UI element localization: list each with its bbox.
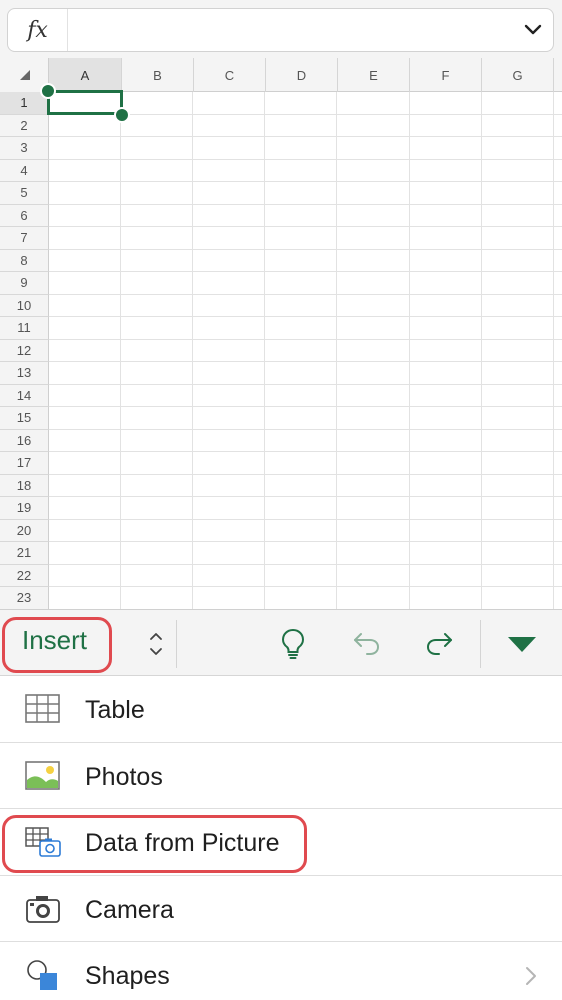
fx-label[interactable]: fx — [8, 9, 68, 51]
row-header-9[interactable]: 9 — [0, 272, 49, 295]
column-header-a[interactable]: A — [49, 58, 122, 92]
chevron-right-icon — [524, 965, 538, 987]
row-header-20[interactable]: 20 — [0, 519, 49, 542]
redo-icon[interactable] — [422, 626, 456, 660]
row-header-13[interactable]: 13 — [0, 362, 49, 385]
row-gridline — [49, 496, 562, 497]
row-gridline — [49, 563, 562, 565]
row-gridline — [49, 271, 562, 272]
photos-icon — [24, 760, 62, 792]
selection-handle-top-left[interactable] — [40, 83, 56, 99]
row-header-4[interactable]: 4 — [0, 159, 49, 182]
row-header-11[interactable]: 11 — [0, 317, 49, 340]
menu-item-label: Table — [85, 696, 145, 724]
row-header-12[interactable]: 12 — [0, 339, 49, 362]
row-header-7[interactable]: 7 — [0, 227, 49, 250]
row-gridline — [49, 338, 562, 340]
chevron-down-icon[interactable] — [521, 19, 545, 41]
column-gridline — [336, 92, 338, 609]
row-header-5[interactable]: 5 — [0, 182, 49, 205]
undo-icon[interactable] — [350, 626, 384, 660]
column-header-f[interactable]: F — [410, 58, 482, 92]
row-gridline — [49, 586, 562, 587]
row-gridline — [49, 293, 562, 295]
table-icon — [24, 693, 62, 725]
row-gridline — [49, 248, 562, 250]
row-header-23[interactable]: 23 — [0, 587, 49, 609]
formula-bar-area: fx — [0, 0, 562, 58]
row-gridline — [49, 541, 562, 542]
row-header-15[interactable]: 15 — [0, 407, 49, 430]
row-gridline — [49, 451, 562, 452]
row-gridline — [49, 181, 562, 182]
row-gridline — [49, 203, 562, 205]
row-gridline — [49, 361, 562, 362]
formula-bar: fx — [7, 8, 554, 52]
column-gridline — [552, 92, 554, 609]
row-gridline — [49, 136, 562, 137]
menu-item-label: Photos — [85, 762, 163, 791]
menu-item-table[interactable]: Table — [0, 676, 562, 743]
row-gridline — [49, 428, 562, 430]
row-header-14[interactable]: 14 — [0, 384, 49, 407]
column-header-d[interactable]: D — [266, 58, 338, 92]
row-header-3[interactable]: 3 — [0, 137, 49, 160]
column-header-e[interactable]: E — [338, 58, 410, 92]
collapse-triangle-icon[interactable] — [505, 626, 539, 660]
row-header-2[interactable]: 2 — [0, 114, 49, 137]
menu-item-camera[interactable]: Camera — [0, 876, 562, 942]
menu-item-label: Shapes — [85, 962, 170, 990]
row-header-21[interactable]: 21 — [0, 542, 49, 565]
row-header-17[interactable]: 17 — [0, 452, 49, 475]
row-header-19[interactable]: 19 — [0, 497, 49, 520]
switch-tab-icon[interactable] — [143, 628, 169, 660]
ribbon-toolbar: Insert — [0, 609, 562, 676]
row-header-18[interactable]: 18 — [0, 474, 49, 497]
row-header-16[interactable]: 16 — [0, 429, 49, 452]
camera-icon — [24, 893, 62, 925]
column-header-row: A B C D E F G — [0, 58, 562, 92]
menu-item-shapes[interactable]: Shapes — [0, 942, 562, 1000]
select-all-icon — [20, 70, 30, 80]
lightbulb-icon[interactable] — [276, 626, 310, 660]
row-gridline — [49, 158, 562, 160]
menu-item-label: Camera — [85, 895, 174, 924]
row-header-22[interactable]: 22 — [0, 564, 49, 587]
insert-tab-button[interactable]: Insert — [22, 625, 87, 656]
cell-area[interactable] — [49, 92, 562, 609]
row-gridline — [49, 406, 562, 407]
row-gridline — [49, 473, 562, 475]
toolbar-divider — [480, 620, 481, 668]
selection-handle-bottom-right[interactable] — [114, 107, 130, 123]
column-header-c[interactable]: C — [194, 58, 266, 92]
column-header-b[interactable]: B — [122, 58, 194, 92]
data-from-picture-highlight — [2, 815, 307, 873]
row-header-6[interactable]: 6 — [0, 204, 49, 227]
column-header-g[interactable]: G — [482, 58, 554, 92]
menu-item-photos[interactable]: Photos — [0, 743, 562, 809]
row-header-10[interactable]: 10 — [0, 294, 49, 317]
row-gridline — [49, 383, 562, 385]
shapes-icon — [24, 959, 62, 991]
toolbar-divider — [176, 620, 177, 668]
column-gridline — [408, 92, 410, 609]
formula-input[interactable] — [69, 9, 509, 51]
spreadsheet-grid[interactable]: A B C D E F G 1 2 3 4 5 6 7 8 9 10 11 12 13 14 15 16 17 1… — [0, 58, 562, 609]
column-gridline — [192, 92, 194, 609]
row-header-8[interactable]: 8 — [0, 249, 49, 272]
column-gridline — [480, 92, 482, 609]
row-gridline — [49, 226, 562, 227]
row-gridline — [49, 518, 562, 520]
row-gridline — [49, 316, 562, 317]
column-gridline — [120, 92, 122, 609]
selected-cell-a1[interactable] — [47, 90, 123, 115]
column-gridline — [264, 92, 266, 609]
